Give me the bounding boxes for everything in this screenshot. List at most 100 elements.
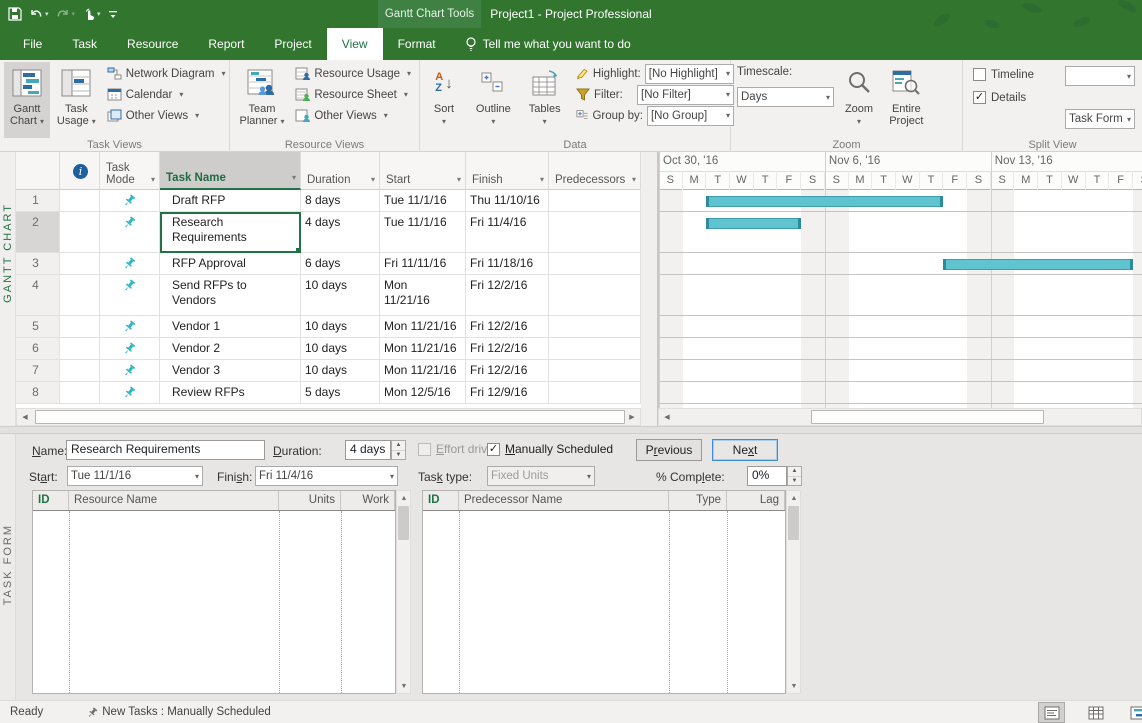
- highlight-icon[interactable]: [576, 67, 589, 80]
- finish-cell[interactable]: Fri 11/4/16: [466, 212, 549, 253]
- gantt-bar[interactable]: [706, 218, 801, 229]
- resource-grid-vscrollbar[interactable]: ▲ ▼: [396, 490, 411, 694]
- duration-cell[interactable]: 10 days: [301, 316, 380, 338]
- row-number-cell[interactable]: 1: [16, 190, 60, 212]
- column-filter-caret-icon[interactable]: ▾: [369, 174, 375, 186]
- grid-column-header-lag[interactable]: Lag: [727, 491, 785, 510]
- gantt-chart-button[interactable]: Gantt Chart ▾: [4, 62, 50, 138]
- column-filter-caret-icon[interactable]: ▾: [630, 174, 636, 186]
- previous-button[interactable]: Previous: [636, 439, 702, 461]
- column-filter-caret-icon[interactable]: ▾: [149, 174, 155, 186]
- gantt-bar[interactable]: [943, 259, 1133, 270]
- pane-splitter[interactable]: [0, 426, 1142, 434]
- group-by-icon[interactable]: [576, 109, 588, 122]
- tables-button[interactable]: Tables▾: [523, 62, 567, 138]
- percent-complete-field[interactable]: 0%: [747, 466, 787, 486]
- start-cell[interactable]: Fri 11/11/16: [380, 253, 466, 275]
- start-cell[interactable]: Mon 11/21/16: [380, 275, 466, 316]
- info-cell[interactable]: [60, 316, 100, 338]
- timeline-checkbox-row[interactable]: Timeline: [973, 68, 1034, 81]
- start-cell[interactable]: Mon 11/21/16: [380, 360, 466, 382]
- task-mode-cell[interactable]: [100, 275, 160, 316]
- finish-cell[interactable]: Fri 12/9/16: [466, 382, 549, 404]
- column-filter-caret-icon[interactable]: ▾: [455, 174, 461, 186]
- grid-column-header-units[interactable]: Units: [279, 491, 341, 510]
- info-cell[interactable]: [60, 253, 100, 275]
- chart-hscrollbar[interactable]: ◀: [658, 408, 1142, 426]
- customize-qat-button[interactable]: [108, 9, 118, 19]
- gantt-bar[interactable]: [706, 196, 943, 207]
- predecessors-cell[interactable]: [549, 253, 641, 275]
- finish-cell[interactable]: Thu 11/10/16: [466, 190, 549, 212]
- info-column-header[interactable]: i: [60, 152, 100, 190]
- touch-mode-button[interactable]: ▾: [82, 7, 101, 21]
- duration-cell[interactable]: 8 days: [301, 190, 380, 212]
- timeline-view-button[interactable]: [1038, 702, 1065, 723]
- info-cell[interactable]: [60, 338, 100, 360]
- chart-hscrollbar-thumb[interactable]: [811, 410, 1044, 424]
- predecessors-cell[interactable]: [549, 212, 641, 253]
- info-cell[interactable]: [60, 382, 100, 404]
- finish-dropdown[interactable]: Fri 11/4/16▾: [255, 466, 398, 486]
- info-cell[interactable]: [60, 360, 100, 382]
- timeline-checkbox[interactable]: [973, 68, 986, 81]
- finish-cell[interactable]: Fri 12/2/16: [466, 275, 549, 316]
- timescale-dropdown[interactable]: Days▾: [737, 87, 834, 107]
- column-header-duration[interactable]: Duration▾: [301, 152, 380, 190]
- percent-complete-stepper[interactable]: ▲▼: [787, 466, 802, 486]
- tab-view[interactable]: View: [327, 28, 383, 60]
- predecessor-grid-vscrollbar-thumb[interactable]: [788, 506, 799, 540]
- tell-me-box[interactable]: Tell me what you want to do: [465, 28, 631, 60]
- column-header-task-name[interactable]: Task Name▾: [160, 152, 301, 190]
- duration-cell[interactable]: 10 days: [301, 360, 380, 382]
- details-checkbox[interactable]: ✓: [973, 91, 986, 104]
- redo-caret-icon[interactable]: ▾: [72, 10, 76, 18]
- task-name-cell[interactable]: Send RFPs to Vendors: [160, 275, 301, 316]
- zoom-button[interactable]: Zoom▾: [839, 62, 879, 138]
- info-cell[interactable]: [60, 212, 100, 253]
- finish-cell[interactable]: Fri 12/2/16: [466, 360, 549, 382]
- grid-column-header-work[interactable]: Work: [341, 491, 395, 510]
- task-mode-cell[interactable]: [100, 190, 160, 212]
- task-name-cell[interactable]: Research Requirements: [160, 212, 301, 253]
- task-name-cell[interactable]: Review RFPs: [160, 382, 301, 404]
- row-number-cell[interactable]: 4: [16, 275, 60, 316]
- timeline-dropdown[interactable]: ▾: [1065, 66, 1135, 86]
- predecessors-cell[interactable]: [549, 360, 641, 382]
- duration-cell[interactable]: 5 days: [301, 382, 380, 404]
- predecessor-grid-vscrollbar[interactable]: ▲ ▼: [786, 490, 801, 694]
- info-cell[interactable]: [60, 275, 100, 316]
- details-checkbox-row[interactable]: ✓ Details: [973, 91, 1026, 104]
- start-cell[interactable]: Mon 11/21/16: [380, 316, 466, 338]
- duration-cell[interactable]: 4 days: [301, 212, 380, 253]
- other-views-resource-button[interactable]: Other Views▾: [295, 105, 411, 126]
- task-mode-cell[interactable]: [100, 382, 160, 404]
- task-mode-cell[interactable]: [100, 316, 160, 338]
- grid-column-header-id[interactable]: ID: [423, 491, 459, 510]
- start-dropdown[interactable]: Tue 11/1/16▾: [67, 466, 203, 486]
- row-number-header[interactable]: [16, 152, 60, 190]
- next-button[interactable]: Next: [712, 439, 778, 461]
- grid-column-header-type[interactable]: Type: [669, 491, 727, 510]
- duration-stepper[interactable]: ▲▼: [391, 440, 406, 460]
- usage-view-button[interactable]: [1082, 702, 1109, 723]
- redo-button[interactable]: ▾: [56, 8, 76, 20]
- task-name-cell[interactable]: Vendor 2: [160, 338, 301, 360]
- column-filter-caret-icon[interactable]: ▾: [290, 172, 296, 184]
- task-mode-cell[interactable]: [100, 338, 160, 360]
- duration-cell[interactable]: 6 days: [301, 253, 380, 275]
- finish-cell[interactable]: Fri 11/18/16: [466, 253, 549, 275]
- outline-button[interactable]: Outline▾: [467, 62, 519, 138]
- row-number-cell[interactable]: 6: [16, 338, 60, 360]
- row-number-cell[interactable]: 8: [16, 382, 60, 404]
- calendar-button[interactable]: Calendar▾: [107, 84, 226, 105]
- tab-resource[interactable]: Resource: [112, 28, 193, 60]
- row-number-cell[interactable]: 3: [16, 253, 60, 275]
- row-number-cell[interactable]: 2: [16, 212, 60, 253]
- start-cell[interactable]: Tue 11/1/16: [380, 212, 466, 253]
- scroll-left-icon[interactable]: ◀: [17, 409, 33, 425]
- name-field[interactable]: Research Requirements: [66, 440, 265, 460]
- grid-column-header-id[interactable]: ID: [33, 491, 69, 510]
- undo-button[interactable]: ▾: [29, 8, 49, 20]
- predecessors-cell[interactable]: [549, 275, 641, 316]
